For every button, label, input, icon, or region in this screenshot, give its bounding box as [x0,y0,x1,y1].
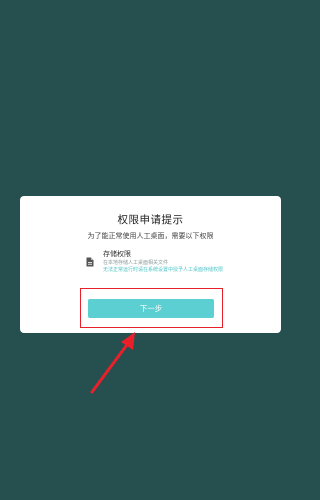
dialog-title: 权限申请提示 [117,214,184,226]
permission-note: 无法正常运行时请在系统设置中授予人工桌面存储权限 [103,267,224,273]
dialog-subtitle: 为了能正常使用人工桌面，需要以下权限 [87,232,214,240]
permission-text: 存储权限 在本地存储人工桌面相关文件 无法正常运行时请在系统设置中授予人工桌面存… [103,250,248,274]
permission-dialog: 权限申请提示 为了能正常使用人工桌面，需要以下权限 存储权限 在本地存储人工桌面… [20,196,281,333]
permission-item-storage: 存储权限 在本地存储人工桌面相关文件 无法正常运行时请在系统设置中授予人工桌面存… [86,250,246,290]
permission-description: 在本地存储人工桌面相关文件 [103,260,169,266]
document-icon [86,252,94,267]
permission-name: 存储权限 [103,250,131,258]
next-step-button[interactable]: 下一步 [88,299,214,318]
